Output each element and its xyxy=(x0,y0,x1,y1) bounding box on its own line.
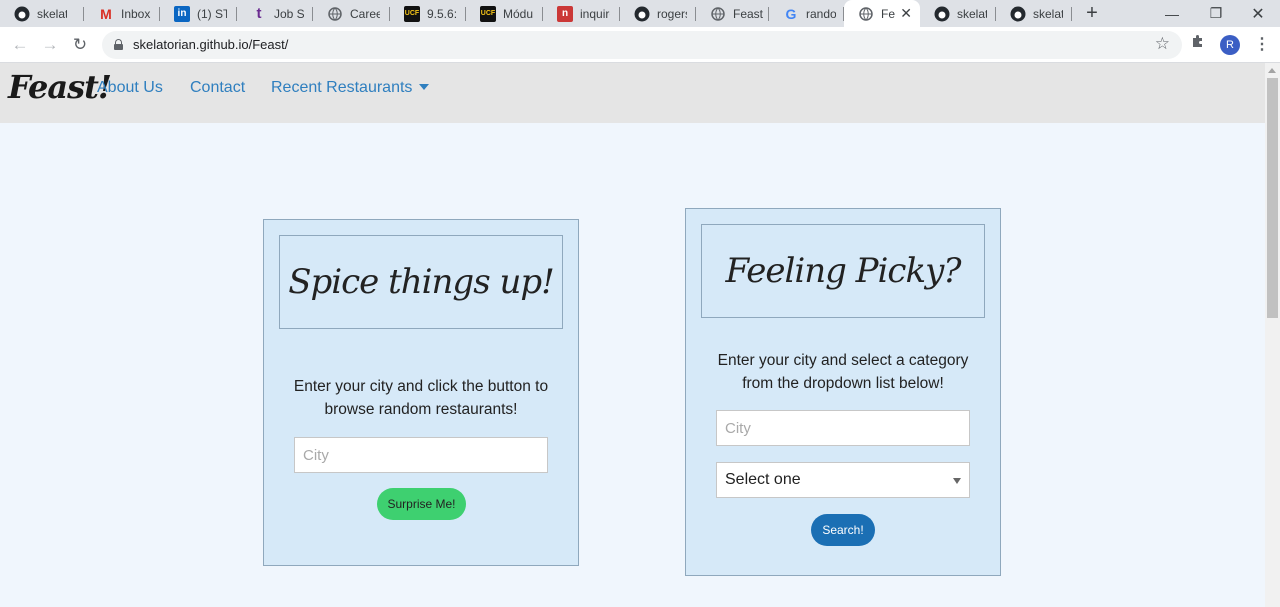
restore-icon[interactable]: ❐ xyxy=(1194,0,1238,27)
search-button[interactable]: Search! xyxy=(811,514,875,546)
scroll-up-arrow-icon[interactable] xyxy=(1268,68,1276,73)
browser-tab-title: random xyxy=(806,6,836,21)
globe-icon xyxy=(327,6,343,22)
card-title-box: Feeling Picky? xyxy=(701,224,985,318)
nav-about-us-link[interactable]: About Us xyxy=(97,79,163,97)
back-arrow-icon[interactable]: ← xyxy=(9,34,31,56)
random-restaurant-card: Spice things up! Enter your city and cli… xyxy=(263,219,579,566)
github-icon xyxy=(634,6,650,22)
category-search-card: Feeling Picky? Enter your city and selec… xyxy=(685,208,1001,576)
browser-tab-title: Job STA xyxy=(274,6,304,21)
browser-tab[interactable]: rogers0 xyxy=(620,0,696,27)
card-description: Enter your city and click the button to … xyxy=(293,378,549,418)
github-icon xyxy=(14,6,30,22)
browser-tab-title: inquirer xyxy=(580,6,610,21)
reload-icon[interactable]: ↻ xyxy=(69,34,91,56)
nav-recent-label: Recent Restaurants xyxy=(271,79,413,96)
browser-tab[interactable]: skelator xyxy=(0,0,84,27)
category-select[interactable]: Select one xyxy=(716,462,970,498)
address-url[interactable]: skelatorian.github.io/Feast/ xyxy=(133,37,288,52)
surprise-me-button[interactable]: Surprise Me! xyxy=(377,488,466,520)
browser-tab-title: 9.5.6: E xyxy=(427,6,457,21)
browser-tab[interactable]: M Inbox ( xyxy=(84,0,160,27)
card-title: Spice things up! xyxy=(288,262,555,302)
browser-tab-title: skelator xyxy=(37,6,67,21)
browser-tab-title: Inbox ( xyxy=(121,6,151,21)
extensions-puzzle-icon[interactable] xyxy=(1190,33,1206,53)
bookmark-star-icon[interactable]: ☆ xyxy=(1155,34,1170,54)
nav-recent-restaurants-dropdown[interactable]: Recent Restaurants xyxy=(271,79,430,97)
browser-toolbar: ← → ↻ skelatorian.github.io/Feast/ ☆ xyxy=(0,27,1280,63)
nav-contact-link[interactable]: Contact xyxy=(190,79,245,97)
browser-tab-title: Feast xyxy=(881,6,895,21)
browser-tab-strip: skelator M Inbox ( in (1) STAT t Job STA… xyxy=(0,0,1280,27)
ucf-icon: UCF xyxy=(480,5,496,22)
city-input[interactable] xyxy=(716,410,970,446)
browser-tab-title: Módulo xyxy=(503,6,533,21)
site-navbar: Feast! About Us Contact Recent Restauran… xyxy=(0,63,1265,123)
browser-tab-title: Career xyxy=(350,6,380,21)
browser-tab-title: skelator xyxy=(957,6,987,21)
brand-logo[interactable]: Feast! xyxy=(8,68,112,106)
browser-tab[interactable]: UCF 9.5.6: E xyxy=(390,0,466,27)
linkedin-icon: in xyxy=(174,5,190,22)
browser-tab-title: (1) STAT xyxy=(197,6,227,21)
browser-tab[interactable]: Career xyxy=(313,0,390,27)
browser-tab[interactable]: in (1) STAT xyxy=(160,0,237,27)
browser-tab[interactable]: n inquirer xyxy=(543,0,620,27)
browser-tab[interactable]: skelator xyxy=(996,0,1072,27)
city-input[interactable] xyxy=(294,437,548,473)
github-icon xyxy=(934,6,950,22)
scrollbar-thumb[interactable] xyxy=(1267,78,1278,318)
browser-tab[interactable]: Feast xyxy=(696,0,769,27)
browser-tab[interactable]: t Job STA xyxy=(237,0,313,27)
card-title-box: Spice things up! xyxy=(279,235,563,329)
google-icon: G xyxy=(785,5,797,22)
lock-icon xyxy=(114,39,123,50)
browser-tab-title: Feast xyxy=(733,6,764,21)
address-bar[interactable]: skelatorian.github.io/Feast/ ☆ xyxy=(102,31,1182,59)
window-close-icon[interactable]: ✕ xyxy=(1236,0,1280,27)
card-title: Feeling Picky? xyxy=(725,251,961,291)
n-icon: n xyxy=(557,5,573,22)
card-description: Enter your city and select a category fr… xyxy=(717,352,969,392)
browser-tab[interactable]: G random xyxy=(769,0,844,27)
browser-tab-title: skelator xyxy=(1033,6,1063,21)
new-tab-icon[interactable]: + xyxy=(1082,2,1102,24)
page-scrollbar[interactable] xyxy=(1265,63,1280,607)
minimize-icon[interactable]: — xyxy=(1150,0,1194,27)
close-icon[interactable]: ✕ xyxy=(900,5,912,22)
globe-icon xyxy=(858,6,874,22)
github-icon xyxy=(1010,6,1026,22)
globe-icon xyxy=(710,6,726,22)
menu-kebab-icon[interactable]: ⋮ xyxy=(1254,34,1270,54)
t-icon: t xyxy=(256,5,262,22)
browser-tab[interactable]: UCF Módulo xyxy=(466,0,543,27)
browser-tab[interactable]: skelator xyxy=(920,0,996,27)
browser-tab-active[interactable]: Feast ✕ xyxy=(844,0,920,27)
browser-tab-title: rogers0 xyxy=(657,6,687,21)
profile-avatar[interactable]: R xyxy=(1220,35,1240,55)
caret-down-icon xyxy=(419,84,430,90)
dropdown-arrow-icon xyxy=(953,478,961,484)
category-select-value: Select one xyxy=(725,471,801,488)
gmail-icon: M xyxy=(100,5,112,22)
forward-arrow-icon[interactable]: → xyxy=(39,34,61,56)
ucf-icon: UCF xyxy=(404,5,420,22)
